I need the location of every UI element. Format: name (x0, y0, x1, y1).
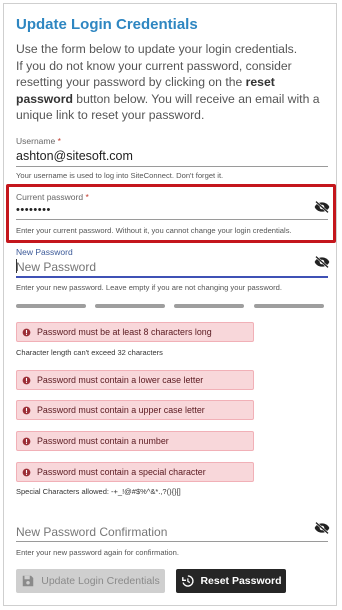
strength-bar-2 (95, 304, 165, 308)
error-special-char: Password must contain a special characte… (16, 462, 254, 482)
error-text: Password must contain a upper case lette… (37, 405, 205, 415)
username-helper: Your username is used to log into SiteCo… (16, 171, 224, 180)
confirmation-underline (16, 541, 328, 542)
error-text: Password must be at least 8 characters l… (37, 327, 212, 337)
eye-off-icon[interactable] (314, 256, 330, 268)
page-title: Update Login Credentials (16, 16, 198, 33)
error-text: Password must contain a number (37, 436, 169, 446)
error-icon (22, 437, 31, 446)
save-icon (23, 575, 34, 587)
update-credentials-button[interactable]: Update Login Credentials (16, 569, 165, 593)
strength-bar-4 (254, 304, 324, 308)
current-password-label: Current password * (16, 192, 89, 202)
new-password-label: New Password (16, 247, 73, 257)
error-uppercase: Password must contain a upper case lette… (16, 400, 254, 420)
error-text: Password must contain a lower case lette… (37, 375, 204, 385)
error-icon (22, 328, 31, 337)
intro-line-1: Use the form below to update your login … (16, 42, 298, 56)
error-icon (22, 376, 31, 385)
current-password-required-mark: * (85, 192, 89, 202)
update-button-label: Update Login Credentials (41, 575, 160, 587)
username-required-mark: * (57, 136, 61, 146)
current-password-field[interactable]: •••••••• (16, 204, 51, 216)
error-number: Password must contain a number (16, 431, 254, 451)
intro-text: Use the form below to update your login … (16, 41, 328, 124)
password-confirmation-input[interactable]: New Password Confirmation (16, 525, 167, 539)
strength-bar-1 (16, 304, 86, 308)
error-lowercase: Password must contain a lower case lette… (16, 370, 254, 390)
history-icon (182, 575, 195, 587)
text-cursor (16, 259, 17, 273)
current-password-label-text: Current password (16, 192, 84, 202)
new-password-underline (16, 276, 328, 278)
error-icon (22, 406, 31, 415)
new-password-input[interactable] (16, 259, 306, 275)
error-text: Password must contain a special characte… (37, 467, 206, 477)
current-password-helper: Enter your current password. Without it,… (16, 226, 292, 235)
username-label: Username * (16, 136, 61, 146)
username-underline (16, 166, 328, 167)
eye-off-icon[interactable] (314, 522, 330, 534)
reset-button-label: Reset Password (200, 575, 282, 587)
error-min-length: Password must be at least 8 characters l… (16, 322, 254, 342)
reset-password-button[interactable]: Reset Password (176, 569, 286, 593)
new-password-helper: Enter your new password. Leave empty if … (16, 283, 282, 292)
confirmation-helper: Enter your new password again for confir… (16, 548, 179, 557)
username-label-text: Username (16, 136, 56, 146)
eye-off-icon[interactable] (314, 201, 330, 213)
strength-bar-3 (174, 304, 244, 308)
error-icon (22, 468, 31, 477)
current-password-underline (16, 219, 328, 220)
length-note: Character length can't exceed 32 charact… (16, 348, 163, 357)
special-chars-note: Special Characters allowed: -+_!@#$%^&*.… (16, 487, 181, 496)
username-field[interactable]: ashton@sitesoft.com (16, 149, 133, 163)
